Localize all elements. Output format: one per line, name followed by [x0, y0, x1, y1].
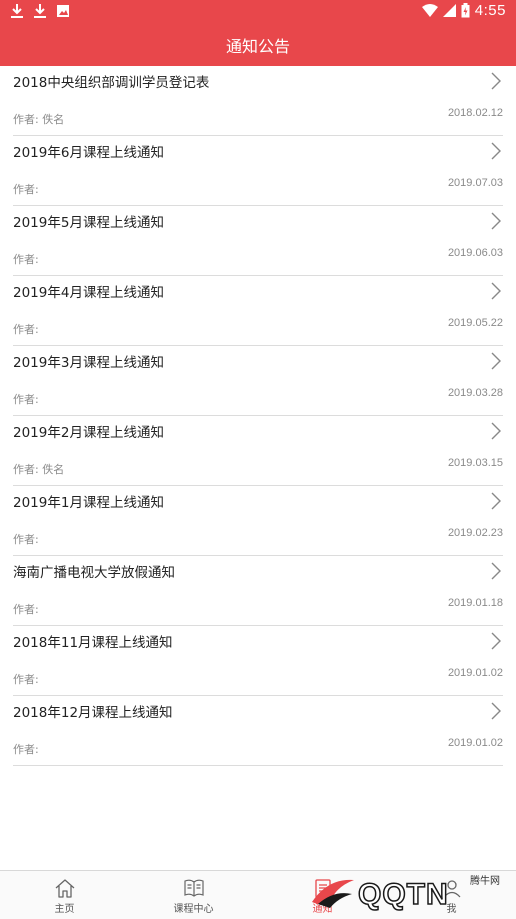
chevron-right-icon	[491, 702, 501, 720]
notice-author: 作者:	[13, 603, 39, 616]
chevron-right-icon	[491, 212, 501, 230]
notice-title: 2019年3月课程上线通知	[13, 355, 164, 371]
notice-date: 2019.03.15	[447, 457, 503, 469]
watermark: 腾牛网 QQTN	[306, 862, 512, 916]
wifi-icon	[421, 3, 438, 17]
chevron-right-icon	[491, 282, 501, 300]
app-bar: 通知公告	[0, 24, 516, 66]
notice-author: 作者: 佚名	[13, 463, 65, 476]
notice-item[interactable]: 海南广播电视大学放假通知 作者: 2019.01.18	[13, 556, 503, 626]
notice-item[interactable]: 2019年5月课程上线通知 作者: 2019.06.03	[13, 206, 503, 276]
notice-date: 2019.05.22	[447, 317, 503, 329]
notice-author: 作者:	[13, 533, 39, 546]
chevron-right-icon	[491, 632, 501, 650]
notice-item[interactable]: 2018中央组织部调训学员登记表 作者: 佚名 2018.02.12	[13, 66, 503, 136]
notice-list: 2018中央组织部调训学员登记表 作者: 佚名 2018.02.12 2019年…	[0, 66, 516, 766]
notice-title: 2019年2月课程上线通知	[13, 425, 164, 441]
notice-author: 作者:	[13, 183, 39, 196]
notice-item[interactable]: 2019年2月课程上线通知 作者: 佚名 2019.03.15	[13, 416, 503, 486]
page-title: 通知公告	[225, 37, 290, 56]
notice-title: 海南广播电视大学放假通知	[13, 565, 175, 581]
notice-item[interactable]: 2019年4月课程上线通知 作者: 2019.05.22	[13, 276, 503, 346]
notice-date: 2019.01.02	[447, 737, 503, 749]
notice-author: 作者: 佚名	[13, 113, 65, 126]
tab-home[interactable]: 主页	[0, 871, 129, 919]
watermark-label: 腾牛网	[470, 876, 500, 887]
status-bar: 4:55	[0, 0, 516, 24]
notice-date: 2019.07.03	[447, 177, 503, 189]
book-icon	[183, 879, 204, 897]
chevron-right-icon	[491, 352, 501, 370]
notification-icons	[10, 3, 70, 19]
tab-label: 主页	[54, 904, 75, 915]
notice-item[interactable]: 2018年11月课程上线通知 作者: 2019.01.02	[13, 626, 503, 696]
notice-title: 2018年12月课程上线通知	[13, 705, 173, 721]
notice-date: 2018.02.12	[447, 107, 503, 119]
clock: 4:55	[474, 2, 506, 19]
chevron-right-icon	[491, 492, 501, 510]
chevron-right-icon	[491, 142, 501, 160]
notice-title: 2019年1月课程上线通知	[13, 495, 164, 511]
signal-icon	[442, 3, 456, 17]
notice-date: 2019.01.18	[447, 597, 503, 609]
notice-date: 2019.02.23	[447, 527, 503, 539]
notice-title: 2018年11月课程上线通知	[13, 635, 173, 651]
notice-item[interactable]: 2019年6月课程上线通知 作者: 2019.07.03	[13, 136, 503, 206]
notice-item[interactable]: 2019年3月课程上线通知 作者: 2019.03.28	[13, 346, 503, 416]
notice-date: 2019.01.02	[447, 667, 503, 679]
notice-item[interactable]: 2019年1月课程上线通知 作者: 2019.02.23	[13, 486, 503, 556]
battery-icon	[461, 3, 470, 18]
chevron-right-icon	[491, 422, 501, 440]
notice-date: 2019.03.28	[447, 387, 503, 399]
notice-date: 2019.06.03	[447, 247, 503, 259]
notice-author: 作者:	[13, 393, 39, 406]
download-icon	[10, 3, 24, 19]
notice-title: 2018中央组织部调训学员登记表	[13, 75, 210, 91]
chevron-right-icon	[491, 72, 501, 90]
notice-title: 2019年4月课程上线通知	[13, 285, 164, 301]
notice-author: 作者:	[13, 743, 39, 756]
watermark-text: QQTN	[357, 877, 449, 912]
notice-title: 2019年5月课程上线通知	[13, 215, 164, 231]
tab-label: 课程中心	[173, 904, 214, 915]
chevron-right-icon	[491, 562, 501, 580]
tab-course-center[interactable]: 课程中心	[129, 871, 258, 919]
notice-author: 作者:	[13, 323, 39, 336]
notice-author: 作者:	[13, 673, 39, 686]
notice-author: 作者:	[13, 253, 39, 266]
watermark-logo-icon	[312, 879, 354, 908]
notice-item[interactable]: 2018年12月课程上线通知 作者: 2019.01.02	[13, 696, 503, 766]
download-icon	[33, 3, 47, 19]
home-icon	[55, 879, 74, 898]
image-icon	[56, 3, 70, 19]
notice-title: 2019年6月课程上线通知	[13, 145, 164, 161]
